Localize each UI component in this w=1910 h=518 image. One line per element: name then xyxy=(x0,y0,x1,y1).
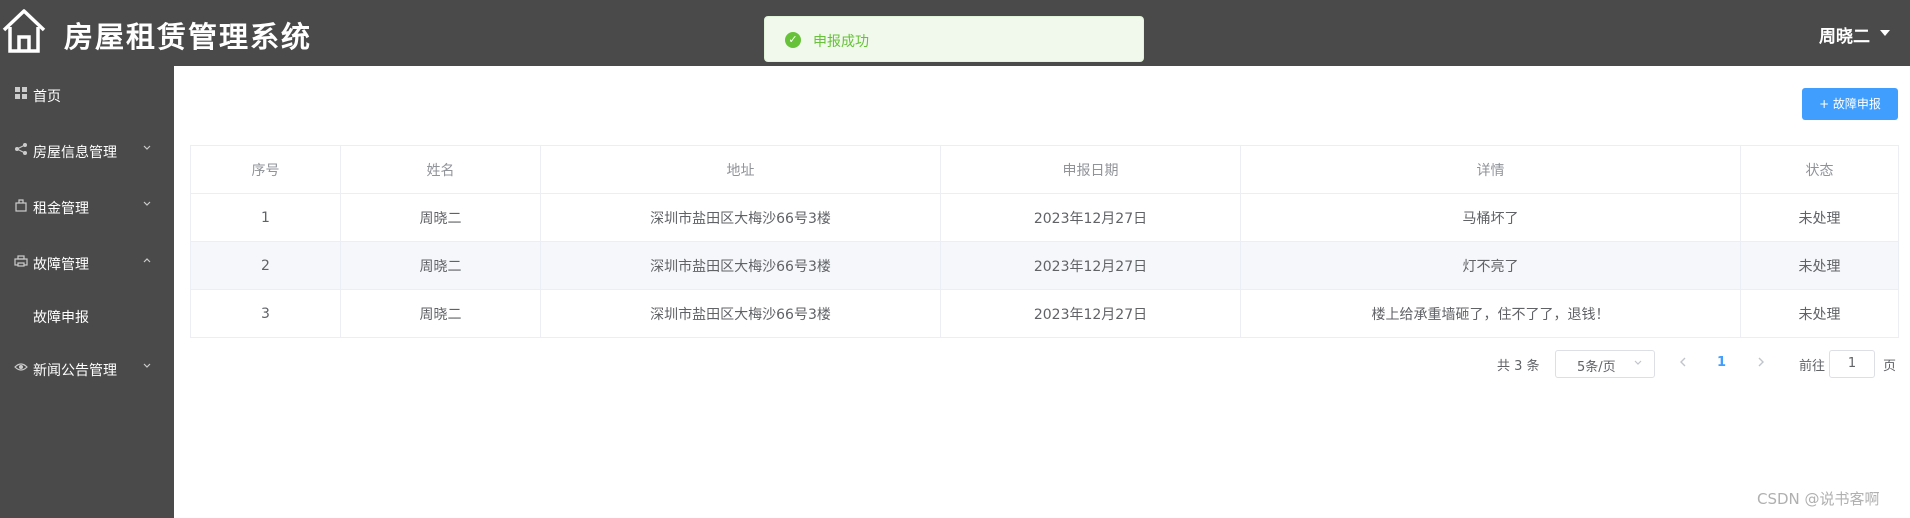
table-cell: 未处理 xyxy=(1740,241,1899,290)
fault-report-table: 序号 姓名 地址 申报日期 详情 状态 1 周晓二 深圳市盐田区大梅沙66号3楼… xyxy=(190,145,1899,338)
table-row[interactable]: 1 周晓二 深圳市盐田区大梅沙66号3楼 2023年12月27日 马桶坏了 未处… xyxy=(190,193,1899,242)
sidebar-item-fault[interactable]: 故障管理 xyxy=(0,243,174,283)
sidebar-item-label: 新闻公告管理 xyxy=(33,363,117,379)
table-cell: 2023年12月27日 xyxy=(940,193,1241,242)
table-cell: 深圳市盐田区大梅沙66号3楼 xyxy=(540,289,941,338)
check-circle-icon: ✓ xyxy=(785,32,801,48)
column-header: 详情 xyxy=(1240,145,1741,194)
table-cell: 未处理 xyxy=(1740,289,1899,338)
table-cell: 周晓二 xyxy=(340,193,541,242)
table-cell: 周晓二 xyxy=(340,289,541,338)
page-suffix-label: 页 xyxy=(1883,359,1897,374)
column-header: 序号 xyxy=(190,145,341,194)
page-number-current[interactable]: 1 xyxy=(1717,355,1726,370)
bag-icon xyxy=(15,199,27,212)
sidebar-item-rent[interactable]: 租金管理 xyxy=(0,187,174,227)
chevron-down-icon xyxy=(143,363,151,368)
chevron-down-icon xyxy=(143,201,151,206)
column-header: 地址 xyxy=(540,145,941,194)
app-title: 房屋租赁管理系统 xyxy=(64,20,313,54)
sidebar-item-label: 首页 xyxy=(33,89,61,105)
sidebar-subitem-fault-report[interactable]: 故障申报 xyxy=(0,296,174,336)
sidebar: 首页 房屋信息管理 租金管理 故障管理 故障申报 新闻公告管理 xyxy=(0,66,174,518)
table-cell: 未处理 xyxy=(1740,193,1899,242)
grid-icon xyxy=(15,87,27,99)
sidebar-item-house-info[interactable]: 房屋信息管理 xyxy=(0,131,174,171)
table-cell: 2023年12月27日 xyxy=(940,289,1241,338)
page-size-select[interactable]: 5条/页 xyxy=(1555,350,1655,378)
goto-label: 前往 xyxy=(1799,359,1826,374)
share-icon xyxy=(15,143,27,155)
next-page-button[interactable] xyxy=(1755,356,1767,368)
column-header: 申报日期 xyxy=(940,145,1241,194)
table-cell: 深圳市盐田区大梅沙66号3楼 xyxy=(540,193,941,242)
add-fault-report-button[interactable]: + 故障申报 xyxy=(1802,88,1898,120)
goto-page-input[interactable]: 1 xyxy=(1829,350,1875,378)
table-cell: 2 xyxy=(190,241,341,290)
table-cell: 3 xyxy=(190,289,341,338)
watermark: CSDN @说书客啊 xyxy=(1757,490,1880,508)
sidebar-item-label: 故障管理 xyxy=(33,257,89,273)
table-cell: 2023年12月27日 xyxy=(940,241,1241,290)
caret-down-icon[interactable] xyxy=(1880,30,1890,36)
sidebar-item-label: 房屋信息管理 xyxy=(33,145,117,161)
sidebar-item-home[interactable]: 首页 xyxy=(0,75,174,115)
sidebar-item-label: 租金管理 xyxy=(33,201,89,217)
house-icon xyxy=(2,9,46,53)
page-size-value: 5条/页 xyxy=(1577,360,1616,375)
column-header: 状态 xyxy=(1740,145,1899,194)
table-cell: 周晓二 xyxy=(340,241,541,290)
chevron-down-icon xyxy=(1634,360,1642,365)
table-row[interactable]: 2 周晓二 深圳市盐田区大梅沙66号3楼 2023年12月27日 灯不亮了 未处… xyxy=(190,241,1899,290)
chevron-up-icon xyxy=(143,258,151,263)
pagination-total: 共 3 条 xyxy=(1497,359,1540,374)
table-cell: 楼上给承重墙砸了，住不了了，退钱！ xyxy=(1240,289,1741,338)
success-toast: ✓ 申报成功 xyxy=(764,16,1144,62)
user-menu[interactable]: 周晓二 xyxy=(1819,22,1870,47)
sidebar-subitem-label: 故障申报 xyxy=(33,310,89,326)
table-cell: 1 xyxy=(190,193,341,242)
eye-icon xyxy=(14,363,28,371)
toast-message: 申报成功 xyxy=(813,34,869,50)
table-cell: 深圳市盐田区大梅沙66号3楼 xyxy=(540,241,941,290)
printer-icon xyxy=(14,255,28,267)
table-row[interactable]: 3 周晓二 深圳市盐田区大梅沙66号3楼 2023年12月27日 楼上给承重墙砸… xyxy=(190,289,1899,338)
chevron-down-icon xyxy=(143,145,151,150)
table-cell: 灯不亮了 xyxy=(1240,241,1741,290)
table-header-row: 序号 姓名 地址 申报日期 详情 状态 xyxy=(190,145,1899,194)
sidebar-item-news[interactable]: 新闻公告管理 xyxy=(0,349,174,389)
prev-page-button[interactable] xyxy=(1677,356,1689,368)
table-cell: 马桶坏了 xyxy=(1240,193,1741,242)
column-header: 姓名 xyxy=(340,145,541,194)
